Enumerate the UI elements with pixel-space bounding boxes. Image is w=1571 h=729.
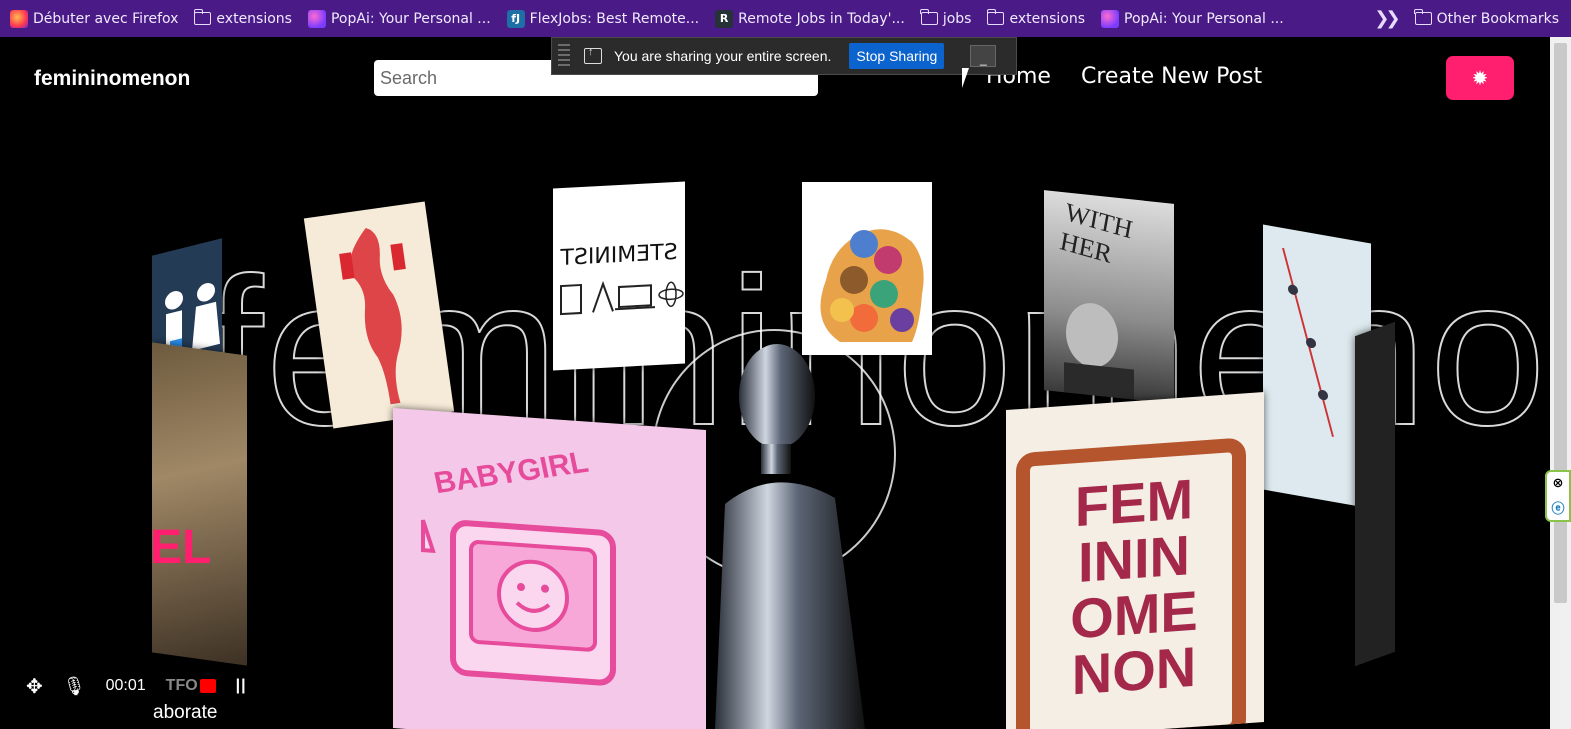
recorder-overlay-text: TFO [165,677,198,694]
chrome-robot-figure [705,344,880,729]
flexjobs-icon: fJ [506,9,525,28]
extension-icon[interactable]: ⓔ [1551,498,1564,517]
bookmark-label: extensions [1009,10,1086,27]
bookmark-item[interactable]: PopAi: Your Personal ... [307,9,491,28]
pause-icon[interactable]: || [236,677,247,695]
carousel-card[interactable]: FEM ININ OME NON [1006,391,1264,729]
bookmark-label: Remote Jobs in Today'... [738,10,905,27]
folder-icon [193,9,212,25]
steminist-text: STEMINIST [560,239,678,272]
bookmark-label: PopAi: Your Personal ... [1124,10,1284,27]
share-screen-icon [584,46,602,64]
drag-handle[interactable] [558,44,570,68]
hero-about-text: aborate [153,702,218,723]
recording-time: 00:01 [105,677,146,694]
screen-share-bar: You are sharing your entire screen. Stop… [551,37,1017,75]
chevron-right-icon[interactable]: ❯❯ [1374,8,1400,29]
gear-icon: ✹ [1471,67,1489,90]
other-bookmarks-label: Other Bookmarks [1436,10,1559,27]
extension-side-widget[interactable]: ⊗ ⓔ [1545,470,1571,522]
stem-icons [560,280,684,316]
bookmark-folder[interactable]: extensions [193,9,292,27]
carousel-card[interactable] [802,182,932,355]
nav-create-post-link[interactable]: Create New Post [1081,64,1262,89]
bookmark-folder[interactable]: extensions [986,9,1086,27]
share-message: You are sharing your entire screen. [614,48,832,64]
bookmark-label: PopAi: Your Personal ... [330,10,491,27]
stop-record-button[interactable] [199,679,216,693]
carousel-card[interactable]: STEMINIST [553,181,685,371]
bookmark-item[interactable]: R Remote Jobs in Today'... [715,9,905,28]
hero-red-text: EL [150,521,212,574]
move-icon[interactable]: ✥ [26,674,43,699]
carousel-card[interactable] [152,342,247,666]
minimize-button[interactable]: _ [970,45,997,67]
firefox-icon [10,9,28,28]
robot-art [715,344,865,729]
recorder-toolbar: ✥ 🎙 00:01 TFO || [26,673,247,699]
bookmark-label: extensions [216,10,292,27]
other-bookmarks[interactable]: Other Bookmarks [1414,9,1559,27]
bookmark-item[interactable]: Débuter avec Firefox [10,9,179,28]
carousel-card[interactable]: BABYGIRL [393,408,706,729]
bookmark-label: jobs [942,10,972,27]
bookmarks-toolbar: Débuter avec Firefox extensions PopAi: Y… [0,0,1571,37]
colorful-faces-art [820,229,924,342]
hero-carousel: femininomenon STEMINIST [0,119,1550,729]
bookmark-label: FlexJobs: Best Remote... [529,10,700,27]
mouse-cursor-icon [962,68,969,88]
popai-icon [1101,9,1120,28]
page-scrollbar[interactable] [1550,37,1571,729]
folder-icon [986,9,1005,25]
folder-icon [920,9,938,25]
folder-icon [1414,9,1432,25]
record-controls: TFO [166,677,216,695]
fem-text-block: FEM ININ OME NON [1034,467,1234,706]
close-icon[interactable]: ⊗ [1553,476,1564,491]
carousel-card[interactable]: WITH HER [1044,190,1174,404]
bookmark-item[interactable]: PopAi: Your Personal ... [1101,9,1284,28]
carousel-card[interactable] [1355,321,1395,667]
brand-logo[interactable]: femininomenon [34,67,190,91]
popai-icon [307,9,326,28]
remote-jobs-icon: R [715,9,734,28]
microphone-icon[interactable]: 🎙 [63,676,86,697]
bookmark-item[interactable]: fJ FlexJobs: Best Remote... [506,9,700,28]
bookmark-folder[interactable]: jobs [920,9,972,27]
bookmarks-right: ❯❯ Other Bookmarks [1374,0,1559,37]
bookmark-label: Débuter avec Firefox [33,10,179,27]
theme-toggle-button[interactable]: ✹ [1446,56,1514,100]
stop-sharing-button[interactable]: Stop Sharing [849,43,945,69]
